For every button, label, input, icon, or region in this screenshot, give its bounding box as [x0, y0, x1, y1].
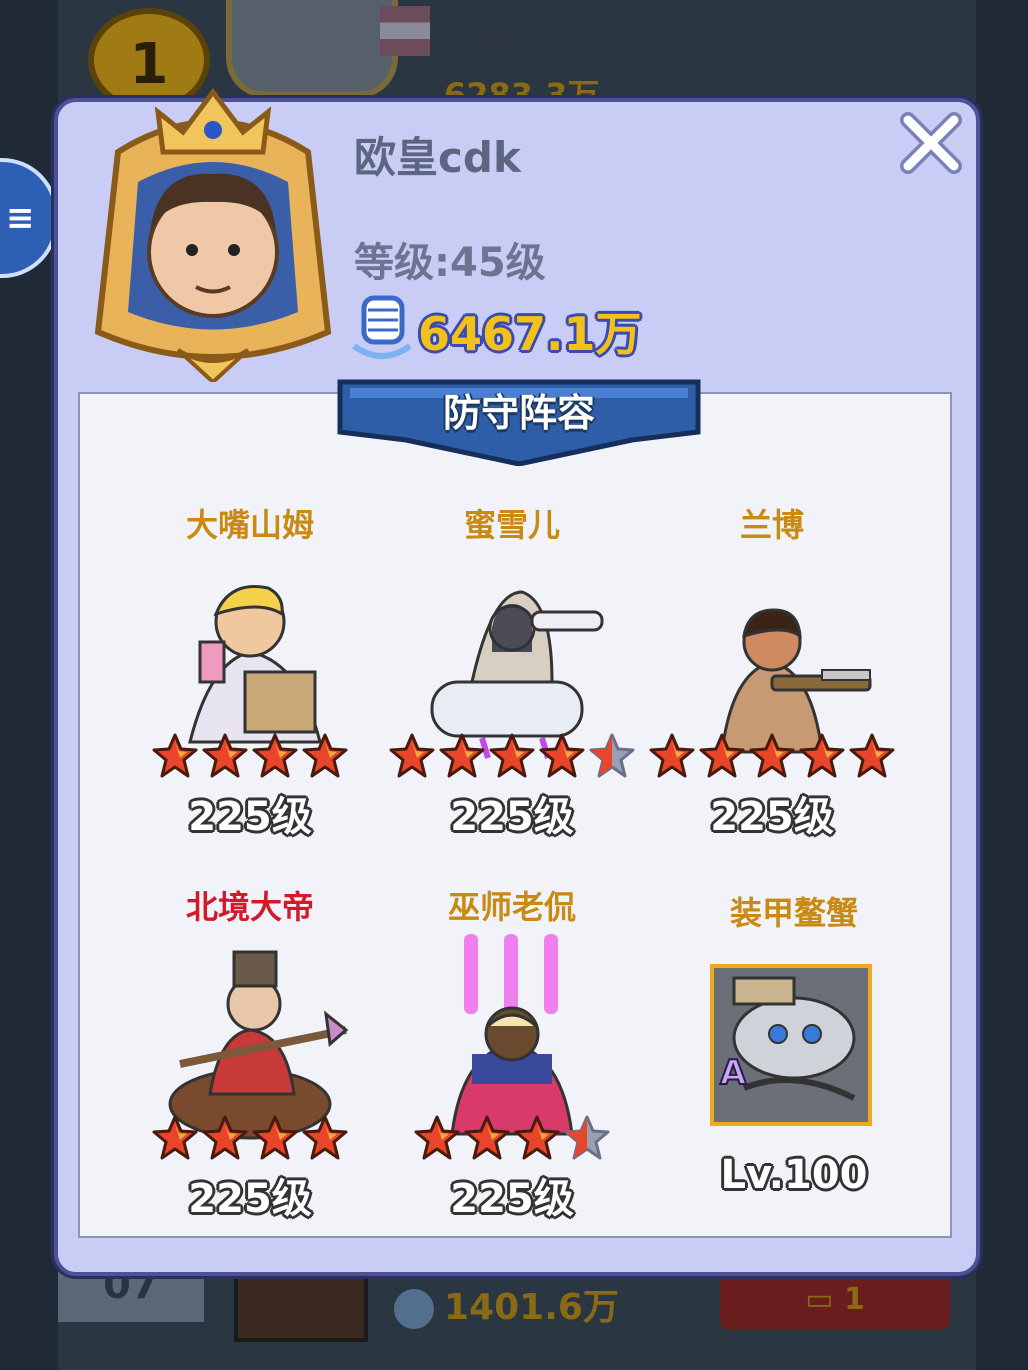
star-icon [413, 1114, 461, 1162]
crown-frame-icon [94, 87, 332, 385]
ticket-icon: ▭ [805, 1282, 834, 1317]
player-avatar [58, 82, 368, 385]
hero-level: 225级 [188, 794, 312, 840]
player-name: 欧皇cdk [354, 133, 521, 182]
star-icon [251, 1114, 299, 1162]
player-level: 等级:45级 [354, 240, 546, 286]
crab-icon: A [714, 968, 868, 1122]
menu-icon: ≡ [6, 198, 35, 238]
hero-level: 225级 [450, 794, 574, 840]
pet-grade: A [720, 1053, 747, 1093]
star-icon [798, 732, 846, 780]
star-icon [513, 1114, 561, 1162]
hero-stars [642, 732, 902, 784]
star-icon [698, 732, 746, 780]
star-icon [301, 1114, 349, 1162]
hero-name: 兰博 [739, 506, 804, 544]
hero-portrait [150, 552, 350, 762]
leaderboard-player-power: 1401.6万 [394, 1278, 619, 1330]
fist-icon [394, 1289, 434, 1329]
star-icon [488, 732, 536, 780]
pet-card: A [710, 964, 872, 1126]
star-icon [848, 732, 896, 780]
hero-name: 蜜雪儿 [463, 506, 560, 544]
star-icon [301, 732, 349, 780]
hero-stars [382, 732, 642, 784]
side-menu-tab[interactable]: ≡ [0, 158, 58, 278]
leaderboard-row-top: 1 一超 6283.3万 [58, 0, 976, 114]
challenge-button: ▭ 1 [720, 1270, 950, 1330]
half-star-icon [563, 1114, 611, 1162]
star-icon [201, 1114, 249, 1162]
star-icon [251, 732, 299, 780]
close-icon [900, 112, 962, 174]
flag-icon [380, 6, 430, 56]
hero-stars [382, 1114, 642, 1166]
star-icon [388, 732, 436, 780]
star-icon [151, 732, 199, 780]
hero-portrait [412, 934, 612, 1144]
hero-portrait [150, 934, 350, 1144]
star-icon [438, 732, 486, 780]
hero-name: 北境大帝 [185, 888, 314, 926]
star-icon [648, 732, 696, 780]
hero-level: 225级 [710, 794, 834, 840]
hero-name: 大嘴山姆 [185, 506, 314, 544]
hero-stars [120, 1114, 380, 1166]
pet-level: Lv.100 [720, 1152, 868, 1198]
fist-power-icon [346, 286, 418, 366]
section-title: 防守阵容 [442, 391, 595, 435]
hero-level: 225级 [188, 1176, 312, 1222]
hero-name: 巫师老侃 [447, 888, 576, 926]
star-icon [748, 732, 796, 780]
pet-name: 装甲鳌蟹 [729, 894, 858, 932]
star-icon [151, 1114, 199, 1162]
star-icon [201, 732, 249, 780]
hero-portrait [672, 552, 872, 762]
hero-stars [120, 732, 380, 784]
hero-portrait [412, 552, 612, 762]
star-icon [463, 1114, 511, 1162]
player-power: 6467.1万 [418, 307, 642, 361]
hero-level: 225级 [450, 1176, 574, 1222]
star-icon [538, 732, 586, 780]
leaderboard-player-name: 一超 [444, 22, 512, 62]
close-button[interactable] [898, 110, 964, 176]
half-star-icon [588, 732, 636, 780]
